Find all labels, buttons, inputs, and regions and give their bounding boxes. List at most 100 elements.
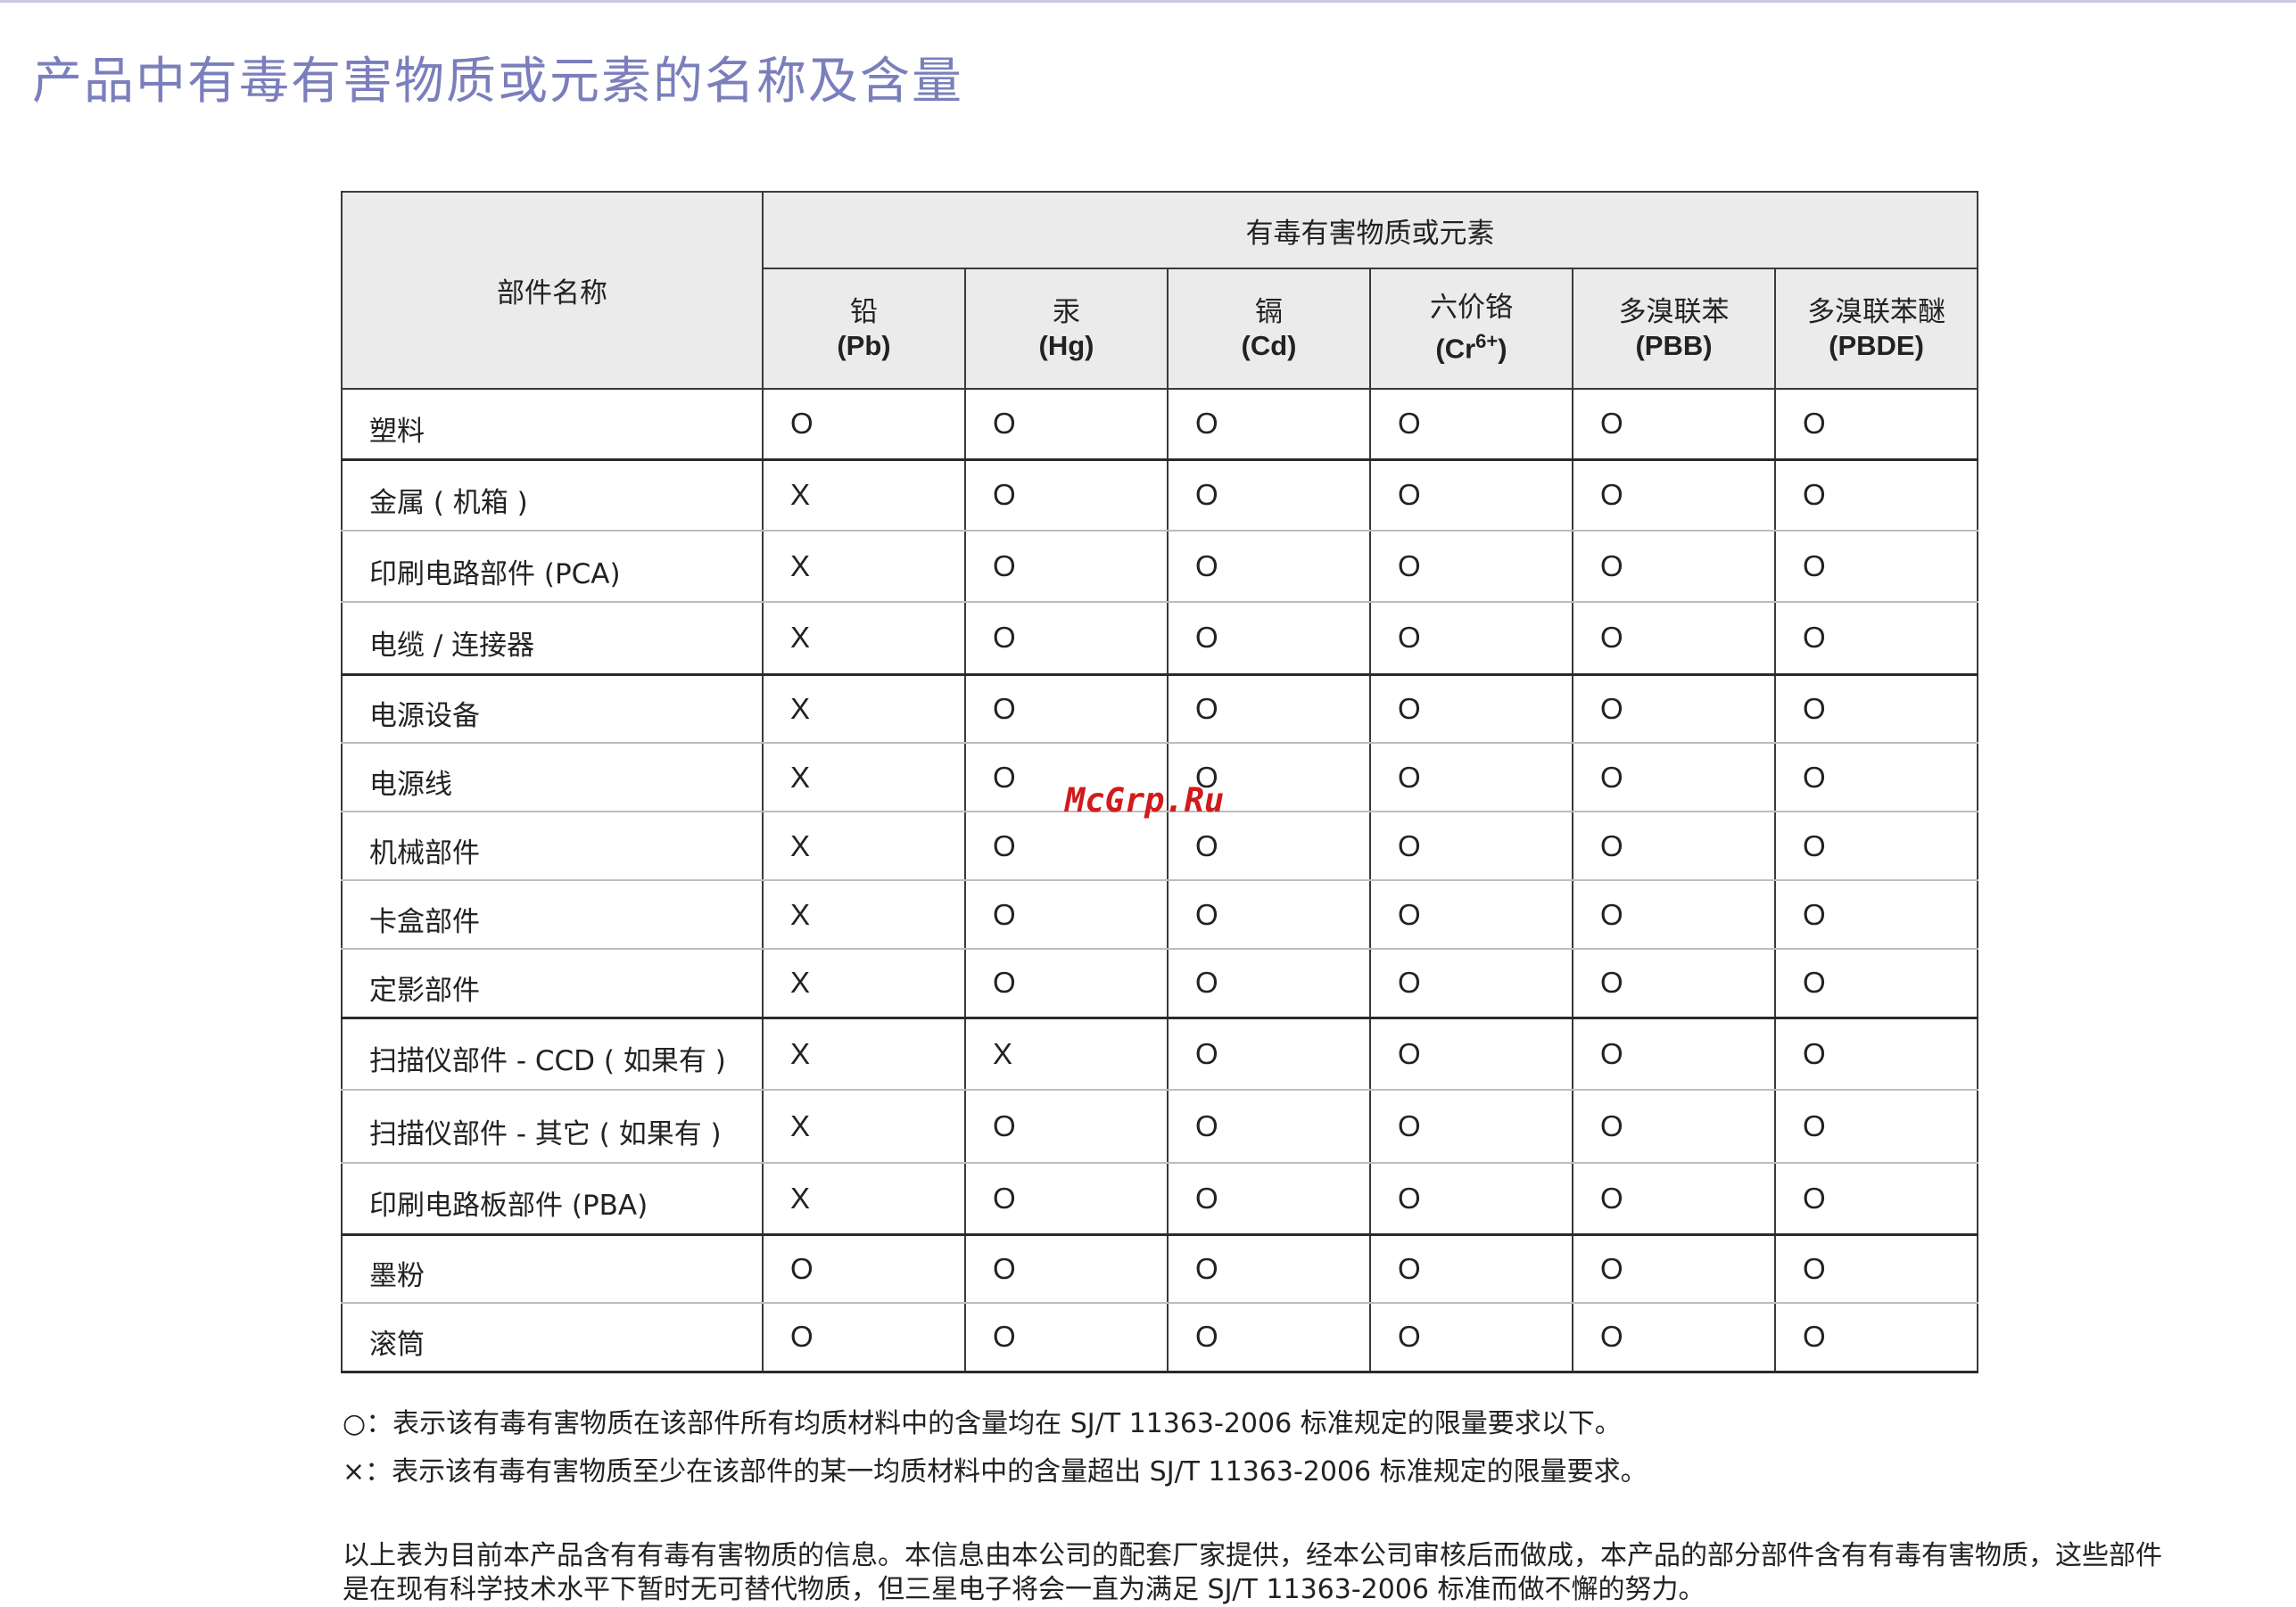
substance-value-cell: O bbox=[1167, 601, 1371, 675]
substance-value-cell: O bbox=[1167, 879, 1371, 950]
substance-value-cell: O bbox=[964, 1302, 1169, 1373]
substance-value-cell: O bbox=[1773, 601, 1979, 675]
substance-value-cell: O bbox=[1369, 1232, 1573, 1304]
substance-value-cell: X bbox=[762, 672, 966, 744]
substance-value-cell: O bbox=[964, 672, 1169, 744]
substance-value-cell: O bbox=[964, 1162, 1169, 1235]
top-rule bbox=[0, 0, 2296, 3]
substance-value-cell: O bbox=[1167, 388, 1371, 460]
substance-value-cell: O bbox=[1572, 948, 1776, 1018]
part-name-cell: 扫描仪部件 - 其它 ( 如果有 ) bbox=[341, 1089, 764, 1164]
part-name-header: 部件名称 bbox=[341, 191, 764, 390]
substance-value-cell: O bbox=[1572, 530, 1776, 603]
substance-cn: 铅 bbox=[850, 295, 878, 328]
part-name-cell: 金属 ( 机箱 ) bbox=[341, 457, 764, 532]
substance-en: (PBDE) bbox=[1829, 329, 1924, 361]
table-row: 卡盒部件 X O O O O O bbox=[341, 879, 1979, 950]
substance-en: (PBB) bbox=[1635, 329, 1713, 361]
substance-value-cell: X bbox=[762, 1016, 966, 1091]
watermark: McGrp.Ru bbox=[1065, 781, 1225, 820]
substance-cn: 多溴联苯醚 bbox=[1807, 295, 1946, 328]
o-symbol: ○ bbox=[343, 1408, 367, 1439]
note-o-text: ：表示该有毒有害物质在该部件所有均质材料中的含量均在 SJ/T 11363-20… bbox=[366, 1408, 1622, 1439]
substance-value-cell: O bbox=[1572, 1089, 1776, 1164]
part-name-cell: 电源设备 bbox=[341, 672, 764, 744]
part-name-cell: 机械部件 bbox=[341, 811, 764, 881]
page-title: 产品中有毒有害物质或元素的名称及含量 bbox=[32, 53, 963, 111]
substance-value-cell: O bbox=[1167, 948, 1371, 1018]
table-row: 扫描仪部件 - CCD ( 如果有 ) X X O O O O bbox=[341, 1016, 1979, 1091]
table-row: 塑料 O O O O O O bbox=[341, 388, 1979, 460]
substance-value-cell: X bbox=[762, 530, 966, 603]
table-row: 电缆 / 连接器 X O O O O O bbox=[341, 601, 1979, 675]
substance-value-cell: O bbox=[1773, 530, 1979, 603]
table-body: 塑料 O O O O O O 金属 ( 机箱 ) X O O O O O 印刷电路部件 (PCA) X O O O O… bbox=[341, 388, 1979, 1373]
substance-value-cell: X bbox=[762, 457, 966, 532]
substance-value-cell: O bbox=[1167, 530, 1371, 603]
substance-value-cell: O bbox=[1369, 1302, 1573, 1373]
table-row: 电源设备 X O O O O O bbox=[341, 672, 1979, 744]
substance-value-cell: O bbox=[1773, 457, 1979, 532]
substance-value-cell: O bbox=[1369, 1016, 1573, 1091]
substance-header-hg: 汞 (Hg) bbox=[964, 268, 1169, 390]
substance-value-cell: X bbox=[762, 742, 966, 812]
substance-value-cell: O bbox=[1167, 1162, 1371, 1235]
substance-value-cell: O bbox=[762, 1302, 966, 1373]
substance-value-cell: O bbox=[964, 601, 1169, 675]
substance-header-pbb: 多溴联苯 (PBB) bbox=[1572, 268, 1776, 390]
substance-value-cell: O bbox=[1572, 1016, 1776, 1091]
substance-value-cell: O bbox=[1572, 1232, 1776, 1304]
note-o: ○：表示该有毒有害物质在该部件所有均质材料中的含量均在 SJ/T 11363-2… bbox=[343, 1400, 1648, 1448]
table-row: 印刷电路部件 (PCA) X O O O O O bbox=[341, 530, 1979, 603]
substance-value-cell: O bbox=[1167, 1232, 1371, 1304]
substance-value-cell: O bbox=[1167, 457, 1371, 532]
part-name-cell: 印刷电路板部件 (PBA) bbox=[341, 1162, 764, 1235]
substance-value-cell: O bbox=[1773, 1162, 1979, 1235]
substance-value-cell: O bbox=[1167, 1302, 1371, 1373]
substance-value-cell: X bbox=[762, 948, 966, 1018]
substance-value-cell: O bbox=[1572, 1162, 1776, 1235]
substance-group-header: 有毒有害物质或元素 bbox=[761, 191, 1979, 269]
substance-value-cell: O bbox=[1167, 1016, 1371, 1091]
substance-value-cell: O bbox=[1773, 879, 1979, 950]
substance-value-cell: O bbox=[1369, 811, 1573, 881]
substance-value-cell: O bbox=[1773, 1089, 1979, 1164]
substance-value-cell: X bbox=[762, 1162, 966, 1235]
substance-header-cd: 镉 (Cd) bbox=[1167, 268, 1371, 390]
substance-value-cell: O bbox=[1773, 811, 1979, 881]
substance-value-cell: X bbox=[762, 811, 966, 881]
substance-cn: 多溴联苯 bbox=[1618, 295, 1730, 328]
part-name-cell: 卡盒部件 bbox=[341, 879, 764, 950]
x-symbol: × bbox=[343, 1456, 366, 1488]
substance-cn: 汞 bbox=[1053, 295, 1080, 328]
substance-value-cell: O bbox=[964, 948, 1169, 1018]
substance-value-cell: O bbox=[1369, 879, 1573, 950]
part-name-cell: 电缆 / 连接器 bbox=[341, 601, 764, 675]
table-row: 扫描仪部件 - 其它 ( 如果有 ) X O O O O O bbox=[341, 1089, 1979, 1164]
table-row: 印刷电路板部件 (PBA) X O O O O O bbox=[341, 1162, 1979, 1235]
substance-value-cell: O bbox=[762, 388, 966, 460]
substance-value-cell: O bbox=[964, 457, 1169, 532]
substance-value-cell: X bbox=[964, 1016, 1169, 1091]
table-row: 金属 ( 机箱 ) X O O O O O bbox=[341, 457, 1979, 532]
substance-en-prefix: (Cr bbox=[1435, 333, 1476, 365]
substance-value-cell: O bbox=[1572, 1302, 1776, 1373]
part-name-cell: 印刷电路部件 (PCA) bbox=[341, 530, 764, 603]
part-name-cell: 扫描仪部件 - CCD ( 如果有 ) bbox=[341, 1016, 764, 1091]
table-row: 墨粉 O O O O O O bbox=[341, 1232, 1979, 1304]
table-row: 滚筒 O O O O O O bbox=[341, 1302, 1979, 1373]
substance-value-cell: X bbox=[762, 879, 966, 950]
substance-value-cell: O bbox=[1369, 672, 1573, 744]
substance-value-cell: O bbox=[1572, 742, 1776, 812]
substance-value-cell: O bbox=[1572, 811, 1776, 881]
substance-value-cell: O bbox=[1369, 530, 1573, 603]
substance-value-cell: O bbox=[1369, 457, 1573, 532]
substance-value-cell: O bbox=[1369, 742, 1573, 812]
substance-value-cell: O bbox=[1369, 601, 1573, 675]
substance-value-cell: O bbox=[964, 811, 1169, 881]
substance-en: (Pb) bbox=[837, 329, 891, 361]
substance-cn: 镉 bbox=[1255, 295, 1283, 328]
substance-value-cell: O bbox=[1773, 388, 1979, 460]
substance-en: (Cr6+) bbox=[1371, 325, 1572, 366]
substance-value-cell: O bbox=[1167, 672, 1371, 744]
